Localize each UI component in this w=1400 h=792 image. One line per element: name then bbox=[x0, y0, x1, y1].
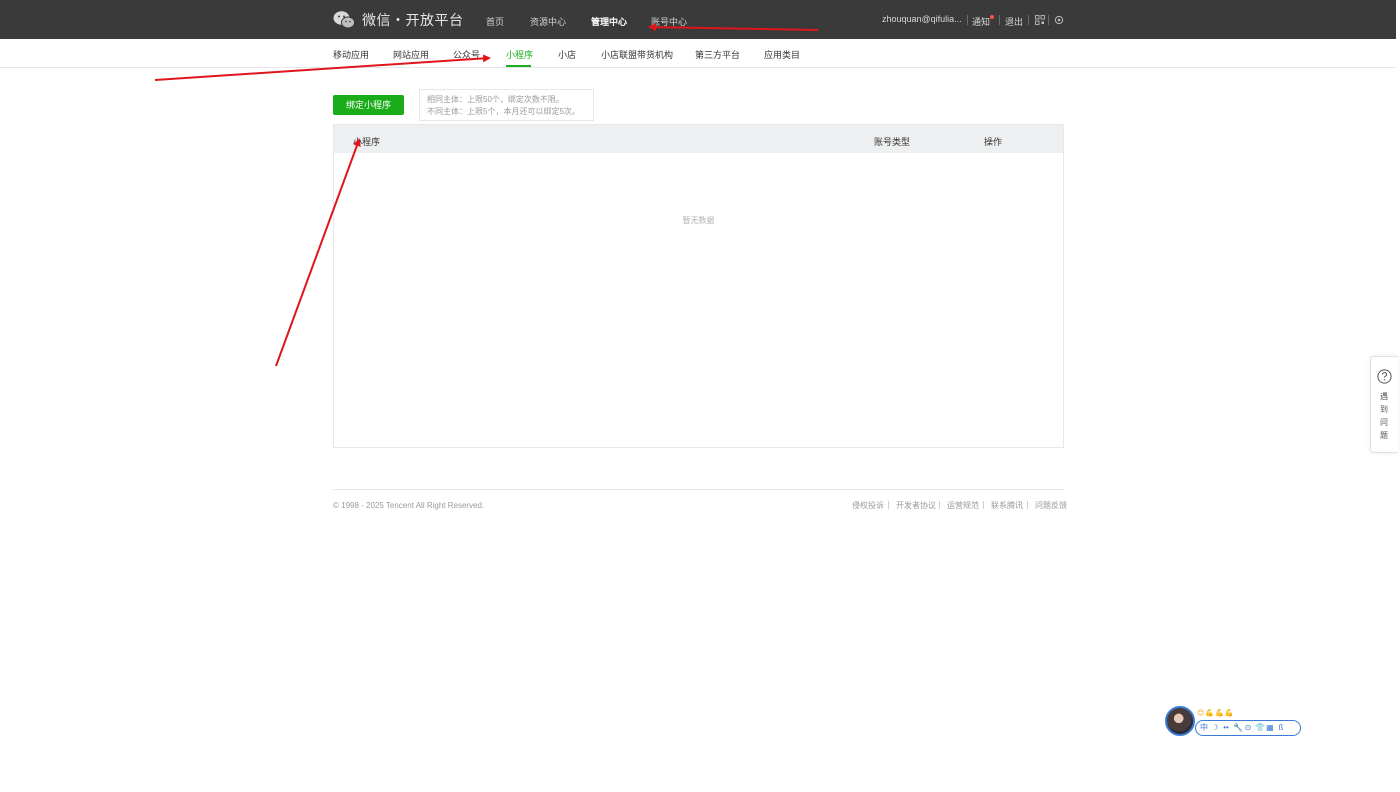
mini-program-table: 小程序 账号类型 操作 暂无数据 bbox=[333, 124, 1064, 448]
bind-mini-program-button[interactable]: 绑定小程序 bbox=[333, 95, 404, 115]
footer-separator bbox=[983, 501, 984, 509]
subnav-website-app[interactable]: 网站应用 bbox=[393, 48, 429, 61]
wechat-logo-icon bbox=[333, 11, 355, 29]
logo[interactable]: 微信・开放平台 bbox=[333, 9, 464, 31]
nav-home[interactable]: 首页 bbox=[486, 15, 504, 28]
emoji-icon[interactable]: ⊙ bbox=[1244, 721, 1252, 735]
divider bbox=[967, 15, 968, 25]
grid-icon[interactable]: ▦ bbox=[1266, 721, 1274, 735]
footer-divider bbox=[333, 489, 1064, 490]
column-account-type: 账号类型 bbox=[874, 137, 911, 147]
subnav-shop-affiliate[interactable]: 小店联盟带货机构 bbox=[601, 48, 673, 61]
copyright-text: © 1998 - 2025 Tencent All Right Reserved… bbox=[333, 501, 485, 510]
footer-link-infringement[interactable]: 侵权投诉 bbox=[852, 500, 884, 511]
punctuation-icon[interactable]: •• bbox=[1222, 721, 1230, 735]
wrench-icon[interactable]: 🔧 bbox=[1233, 721, 1243, 735]
column-mini-program: 小程序 bbox=[353, 137, 381, 147]
subnav-third-party-platform[interactable]: 第三方平台 bbox=[695, 48, 740, 61]
top-bar: 微信・开放平台 首页 资源中心 管理中心 账号中心 zhouquan@qiful… bbox=[0, 0, 1396, 39]
empty-state-text: 暂无数据 bbox=[682, 216, 715, 225]
moon-icon[interactable]: ☽ bbox=[1211, 721, 1219, 735]
help-widget[interactable]: 遇到问题 bbox=[1370, 356, 1398, 453]
chinese-mode-icon[interactable]: 中 bbox=[1200, 721, 1208, 735]
divider bbox=[999, 15, 1000, 25]
avatar[interactable] bbox=[1165, 706, 1195, 736]
question-icon bbox=[1377, 369, 1392, 384]
skin-icon[interactable]: 👕 bbox=[1255, 721, 1265, 735]
qrcode-icon[interactable] bbox=[1035, 15, 1045, 25]
footer-separator bbox=[888, 501, 889, 509]
active-tab-indicator bbox=[506, 65, 531, 67]
notice-dot-badge bbox=[990, 15, 994, 19]
subnav-mobile-app[interactable]: 移动应用 bbox=[333, 48, 369, 61]
nav-management-center[interactable]: 管理中心 bbox=[591, 15, 627, 28]
footer-link-developer-agreement[interactable]: 开发者协议 bbox=[896, 500, 936, 511]
footer-link-contact-tencent[interactable]: 联系腾讯 bbox=[991, 500, 1023, 511]
floating-input-toolbar[interactable]: 😊💪💪💪 中 ☽ •• 🔧 ⊙ 👕 ▦ ß bbox=[1165, 706, 1302, 738]
help-label: 遇到问题 bbox=[1380, 392, 1388, 440]
subnav-app-category[interactable]: 应用类目 bbox=[764, 48, 800, 61]
toolbar-pill: 中 ☽ •• 🔧 ⊙ 👕 ▦ ß bbox=[1195, 720, 1301, 736]
footer-separator bbox=[939, 501, 940, 509]
divider bbox=[1048, 15, 1049, 25]
bind-limit-tip: 相同主体：上限50个，绑定次数不限。 不同主体：上限5个，本月还可以绑定5次。 bbox=[419, 89, 594, 121]
logo-text: 微信・开放平台 bbox=[362, 12, 464, 28]
footer-link-feedback[interactable]: 问题反馈 bbox=[1035, 500, 1067, 511]
subnav-official-account[interactable]: 公众号 bbox=[453, 48, 480, 61]
nav-account-center[interactable]: 账号中心 bbox=[651, 15, 687, 28]
notice-link[interactable]: 通知 bbox=[972, 15, 990, 28]
logout-link[interactable]: 退出 bbox=[1005, 15, 1023, 28]
divider bbox=[1028, 15, 1029, 25]
settings-icon[interactable] bbox=[1054, 15, 1064, 25]
subnav-shop[interactable]: 小店 bbox=[558, 48, 576, 61]
user-email[interactable]: zhouquan@qifulia... bbox=[882, 14, 962, 24]
emoji-row: 😊💪💪💪 bbox=[1197, 710, 1235, 717]
footer-link-operation-rules[interactable]: 运营规范 bbox=[947, 500, 979, 511]
subnav-mini-program[interactable]: 小程序 bbox=[506, 48, 533, 61]
table-header: 小程序 账号类型 操作 bbox=[334, 125, 1063, 153]
nav-resource-center[interactable]: 资源中心 bbox=[530, 15, 566, 28]
sub-navigation: 移动应用 网站应用 公众号 小程序 小店 小店联盟带货机构 第三方平台 应用类目 bbox=[0, 39, 1396, 68]
column-actions: 操作 bbox=[984, 137, 1003, 147]
tip-same-entity: 相同主体：上限50个，绑定次数不限。 bbox=[427, 95, 564, 104]
tip-different-entity: 不同主体：上限5个，本月还可以绑定5次。 bbox=[427, 107, 580, 116]
footer-separator bbox=[1027, 501, 1028, 509]
more-icon[interactable]: ß bbox=[1277, 721, 1285, 735]
